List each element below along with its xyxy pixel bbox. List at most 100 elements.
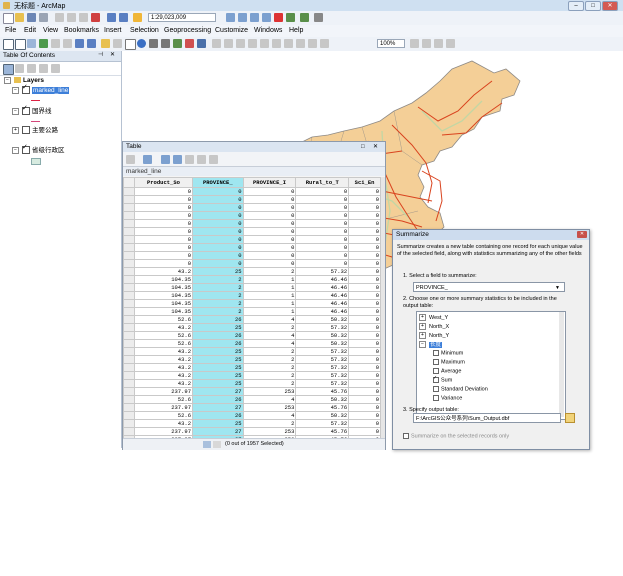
row-selector[interactable] (123, 227, 135, 236)
row-selector[interactable] (123, 395, 135, 404)
related-tables-icon[interactable] (143, 155, 152, 164)
toc-layer-main-roads[interactable]: + 主要公路 (12, 126, 58, 136)
cell-product-so[interactable]: 43.2 (133, 267, 194, 276)
table-row[interactable]: 52.6 26 4 50.32 0 (123, 331, 381, 340)
cell-rural-to-t[interactable]: 57.32 (295, 371, 350, 380)
col-province-i[interactable]: PROVINCE_I (242, 177, 297, 188)
layout-tool-2-icon[interactable] (224, 39, 233, 48)
cell-province-i[interactable]: 0 (242, 195, 297, 204)
cell-product-so[interactable]: 52.6 (133, 315, 194, 324)
layout-tool-6-icon[interactable] (272, 39, 281, 48)
find-icon[interactable] (149, 39, 158, 48)
table-row[interactable]: 104.35 2 1 46.46 0 (123, 283, 381, 292)
row-selector[interactable] (123, 419, 135, 428)
cell-province[interactable]: 0 (192, 195, 244, 204)
layout-tool-8-icon[interactable] (296, 39, 305, 48)
row-selector[interactable] (123, 283, 135, 292)
pan-icon[interactable] (27, 39, 36, 48)
cell-province[interactable]: 0 (192, 243, 244, 252)
table-row[interactable]: 104.35 2 1 46.46 0 (123, 307, 381, 316)
cell-province-i[interactable]: 4 (242, 411, 297, 420)
menu-windows[interactable]: Windows (254, 27, 282, 34)
cell-province-i[interactable]: 2 (242, 355, 297, 364)
menu-bookmarks[interactable]: Bookmarks (64, 27, 99, 34)
statistic-option[interactable]: Average (433, 368, 461, 375)
cell-province[interactable]: 0 (192, 211, 244, 220)
row-selector[interactable] (123, 323, 135, 332)
row-selector[interactable] (123, 243, 135, 252)
menu-help[interactable]: Help (289, 27, 303, 34)
cell-province-i[interactable]: 253 (242, 427, 297, 436)
cell-rural-to-t[interactable]: 0 (295, 211, 350, 220)
table-row[interactable]: 43.2 25 2 57.32 0 (123, 371, 381, 380)
cell-sci-en[interactable]: 0 (348, 331, 381, 340)
cell-province[interactable]: 25 (192, 419, 244, 428)
undo-icon[interactable] (107, 13, 116, 22)
table-row[interactable]: 104.35 2 1 46.46 0 (123, 291, 381, 300)
toc-options-icon[interactable] (51, 64, 60, 73)
toc-layer-provinces[interactable]: − 省级行政区 (12, 143, 65, 156)
cell-rural-to-t[interactable]: 0 (295, 195, 350, 204)
table-row[interactable]: 52.6 26 4 50.32 0 (123, 339, 381, 348)
cell-rural-to-t[interactable]: 57.32 (295, 363, 350, 372)
cell-product-so[interactable]: 104.35 (133, 283, 194, 292)
expand-icon[interactable]: + (419, 314, 426, 321)
cell-province-i[interactable]: 4 (242, 339, 297, 348)
cell-province[interactable]: 2 (192, 291, 244, 300)
cell-product-so[interactable]: 104.35 (133, 291, 194, 300)
cell-product-so[interactable]: 43.2 (133, 323, 194, 332)
expand-icon[interactable]: + (419, 323, 426, 330)
identify-icon[interactable] (137, 39, 146, 48)
row-selector[interactable] (123, 411, 135, 420)
row-selector[interactable] (123, 219, 135, 228)
modelbuilder-icon[interactable] (300, 13, 309, 22)
table-row[interactable]: 00000 (123, 187, 381, 196)
measure-icon[interactable] (161, 39, 170, 48)
cell-province-i[interactable]: 2 (242, 323, 297, 332)
maximize-button[interactable]: □ (585, 1, 601, 11)
show-selected-records-icon[interactable] (213, 441, 221, 448)
cell-sci-en[interactable]: 0 (348, 211, 381, 220)
cell-sci-en[interactable]: 0 (348, 371, 381, 380)
cell-sci-en[interactable]: 0 (348, 355, 381, 364)
cell-sci-en[interactable]: 0 (348, 195, 381, 204)
cell-province-i[interactable]: 253 (242, 387, 297, 396)
statistic-option[interactable]: Sum (433, 375, 452, 384)
cell-province[interactable]: 25 (192, 323, 244, 332)
toc-layer-border-line[interactable]: − 国界线 (12, 104, 52, 117)
minimize-button[interactable]: – (568, 1, 584, 11)
table-row[interactable]: 00000 (123, 203, 381, 212)
cell-rural-to-t[interactable]: 57.32 (295, 267, 350, 276)
cell-sci-en[interactable]: 0 (348, 227, 381, 236)
row-selector[interactable] (123, 403, 135, 412)
row-selector[interactable] (123, 235, 135, 244)
cell-province[interactable]: 25 (192, 355, 244, 364)
layer-visibility-checkbox[interactable] (22, 83, 30, 94)
cell-sci-en[interactable]: 0 (348, 251, 381, 260)
cell-province-i[interactable]: 2 (242, 379, 297, 388)
table-row[interactable]: 52.6 26 4 50.32 0 (123, 411, 381, 420)
cell-province[interactable]: 0 (192, 203, 244, 212)
statistic-option[interactable]: Variance (433, 395, 462, 402)
row-selector[interactable] (123, 371, 135, 380)
cell-product-so[interactable]: 52.6 (133, 395, 194, 404)
cell-province-i[interactable]: 0 (242, 243, 297, 252)
table-row[interactable]: 237.972725345.760 (123, 387, 381, 396)
cell-rural-to-t[interactable]: 0 (295, 187, 350, 196)
layout-tool-12-icon[interactable] (422, 39, 431, 48)
row-selector[interactable] (123, 307, 135, 316)
row-selector[interactable] (123, 187, 135, 196)
cell-sci-en[interactable]: 0 (348, 267, 381, 276)
cell-product-so[interactable]: 0 (133, 211, 194, 220)
table-row[interactable]: 43.2 25 2 57.32 0 (123, 267, 381, 276)
cell-province-i[interactable]: 1 (242, 307, 297, 316)
table-row[interactable]: 00000 (123, 195, 381, 204)
row-selector[interactable] (123, 363, 135, 372)
cell-province-i[interactable]: 1 (242, 299, 297, 308)
cell-product-so[interactable]: 43.2 (133, 371, 194, 380)
cell-province[interactable]: 25 (192, 267, 244, 276)
table-row[interactable]: 43.2 25 2 57.32 0 (123, 347, 381, 356)
cell-sci-en[interactable]: 0 (348, 307, 381, 316)
cell-sci-en[interactable]: 0 (348, 283, 381, 292)
cell-rural-to-t[interactable]: 0 (295, 259, 350, 268)
